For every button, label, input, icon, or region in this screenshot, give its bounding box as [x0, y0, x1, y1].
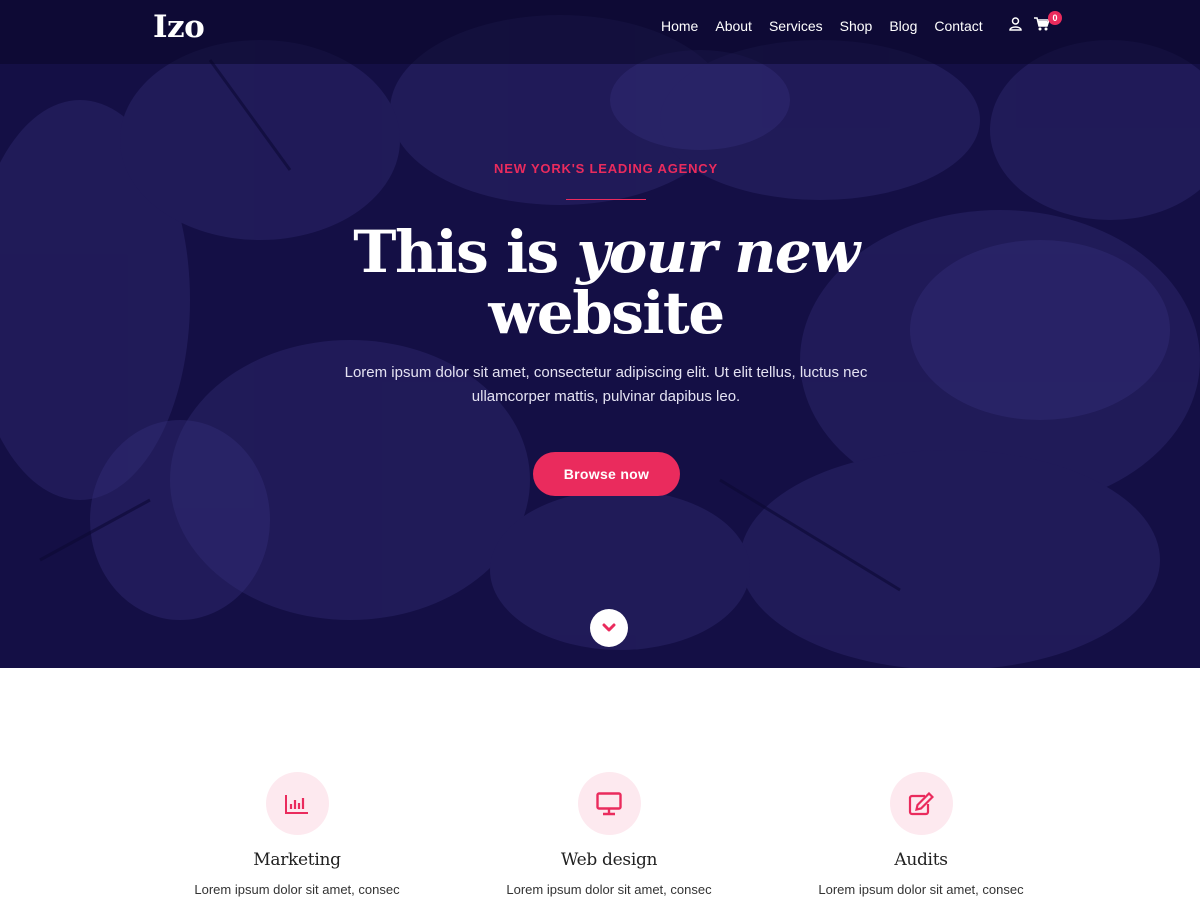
nav-link-blog[interactable]: Blog: [889, 18, 917, 34]
hero-headline: This is your new website: [300, 222, 912, 344]
hero-eyebrow: NEW YORK'S LEADING AGENCY: [494, 161, 718, 176]
headline-plain: This is: [353, 218, 559, 286]
feature-title: Marketing: [253, 850, 341, 870]
bar-chart-icon: [285, 794, 308, 814]
eyebrow-divider: [566, 199, 646, 200]
cart-count-badge: 0: [1048, 11, 1062, 25]
top-navbar: Izo Home About Services Shop Blog Contac…: [0, 0, 1200, 64]
features-section: Marketing Lorem ipsum dolor sit amet, co…: [0, 668, 1200, 900]
feature-icon-circle: [577, 772, 641, 835]
headline-line2: website: [488, 279, 725, 347]
user-icon[interactable]: [1009, 17, 1022, 36]
hero-section: Izo Home About Services Shop Blog Contac…: [0, 0, 1200, 668]
feature-text: Lorem ipsum dolor sit amet, consec: [194, 882, 400, 897]
site-logo[interactable]: Izo: [153, 9, 205, 45]
feature-text: Lorem ipsum dolor sit amet, consec: [506, 882, 712, 897]
feature-icon-circle: [265, 772, 329, 835]
feature-web-design: Web design Lorem ipsum dolor sit amet, c…: [453, 772, 765, 897]
nav-link-contact[interactable]: Contact: [934, 18, 982, 34]
nav-link-services[interactable]: Services: [769, 18, 823, 34]
feature-marketing: Marketing Lorem ipsum dolor sit amet, co…: [141, 772, 453, 897]
feature-text: Lorem ipsum dolor sit amet, consec: [818, 882, 1024, 897]
edit-icon: [908, 791, 934, 815]
nav-link-shop[interactable]: Shop: [840, 18, 873, 34]
monitor-icon: [596, 791, 622, 815]
feature-icon-circle: [889, 772, 953, 835]
cart-icon[interactable]: [1034, 17, 1051, 36]
feature-title: Audits: [894, 850, 948, 870]
feature-audits: Audits Lorem ipsum dolor sit amet, conse…: [765, 772, 1077, 897]
feature-title: Web design: [560, 850, 658, 870]
nav-link-about[interactable]: About: [715, 18, 752, 34]
hero-description: Lorem ipsum dolor sit amet, consectetur …: [344, 364, 868, 405]
headline-italic: your new: [576, 218, 860, 286]
nav-link-home[interactable]: Home: [661, 18, 698, 34]
browse-now-button[interactable]: Browse now: [533, 452, 680, 496]
nav-menu: Home About Services Shop Blog Contact: [661, 18, 1000, 34]
scroll-down-button[interactable]: [590, 609, 628, 647]
chevron-down-icon: [602, 623, 616, 632]
